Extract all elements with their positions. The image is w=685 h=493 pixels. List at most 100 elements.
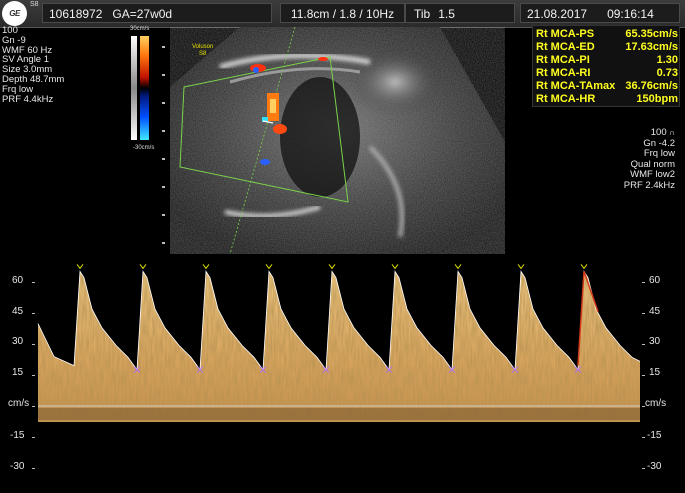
measurement-value: 36.76cm/s (625, 80, 678, 92)
scale-left-minus15: -15 (10, 430, 25, 441)
velocity-scale-tick (32, 375, 35, 377)
depth-tick (162, 214, 165, 216)
bmode-image (170, 27, 505, 254)
spectral-doppler-panel: 60 45 30 15 cm/s -15 -30 60 45 30 15 cm/… (0, 254, 685, 493)
measurement-row-ps: Rt MCA-PS 65.35cm/s (536, 27, 678, 41)
left-parameter-panel: 100 Gn -9 WMF 60 Hz SV Angle 1 Size 3.0m… (2, 26, 64, 104)
peak-systolic-marker (580, 264, 588, 270)
velocity-scale-tick (642, 467, 645, 469)
depth-tick (162, 242, 165, 244)
velocity-scale-tick (32, 406, 35, 407)
velocity-scale-tick (642, 344, 645, 346)
measurement-label: Rt MCA-HR (536, 93, 596, 105)
patient-id: 10618972 (49, 7, 103, 21)
depth-tick (162, 158, 165, 160)
measurement-label: Rt MCA-ED (536, 41, 595, 53)
param-prf: PRF 4.4kHz (2, 93, 54, 105)
scale-right-minus30: -30 (647, 461, 662, 472)
param-frequency-right: Frq low (643, 148, 675, 159)
peak-systolic-marker (391, 264, 399, 270)
peak-systolic-marker (328, 264, 336, 270)
measurement-value: 17.63cm/s (625, 41, 678, 53)
peak-systolic-marker (454, 264, 462, 270)
color-flow-red (318, 57, 328, 61)
param-power-right: 100 ∩ (624, 127, 675, 139)
measurement-value: 0.73 (656, 67, 678, 79)
date-time: 21.08.2017 09:16:14 (520, 3, 680, 23)
velocity-scale-tick (32, 467, 35, 469)
measurement-value: 65.35cm/s (625, 28, 678, 40)
voluson-logo: Voluson S8 (192, 44, 213, 58)
colorbar-min-label: -30cm/s (133, 145, 155, 151)
peak-systolic-marker (76, 264, 84, 270)
measurement-row-hr: Rt MCA-HR 150bpm (536, 92, 678, 106)
time: 09:16:14 (607, 7, 654, 21)
measurement-row-tamax: Rt MCA-TAmax 36.76cm/s (536, 79, 678, 93)
peak-systolic-marker (517, 264, 525, 270)
scale-right-45: 45 (649, 306, 661, 317)
scale-left-15: 15 (12, 367, 24, 378)
measurement-label: Rt MCA-PI (536, 54, 590, 66)
velocity-scale-tick (32, 436, 35, 438)
peak-systolic-marker (265, 264, 273, 270)
probe-info: Tib 1.5 (405, 3, 515, 23)
depth-tick (162, 102, 165, 104)
scale-right-30: 30 (649, 336, 661, 347)
reverse-flow-noise (38, 408, 640, 420)
model-label: S8 (30, 1, 39, 8)
measurement-row-ri: Rt MCA-RI 0.73 (536, 66, 678, 80)
measurement-value: 150bpm (636, 93, 678, 105)
brand-name: Voluson (192, 44, 214, 50)
measurement-row-pi: Rt MCA-PI 1.30 (536, 53, 678, 67)
header-bar: GE S8 10618972 GA=27w0d 11.8cm / 1.8 / 10… (0, 0, 685, 28)
ge-logo-icon: GE (2, 1, 27, 26)
velocity-scale-tick (642, 406, 645, 407)
doppler-waveform (37, 264, 641, 423)
grayscale-bar (131, 36, 137, 140)
color-flow-red (273, 124, 287, 134)
depth-tick (162, 74, 165, 76)
scale-right-unit: cm/s (645, 398, 667, 409)
dark-cavity (280, 77, 360, 197)
probe-label: Tib (414, 7, 431, 21)
scale-right-minus15: -15 (647, 430, 662, 441)
gestational-age: GA=27w0d (112, 7, 173, 21)
param-prf-right: PRF 2.4kHz (623, 179, 675, 191)
measurement-label: Rt MCA-TAmax (536, 80, 616, 92)
measurement-value: 1.30 (656, 54, 678, 66)
measurement-label: Rt MCA-PS (536, 28, 595, 40)
measurement-row-ed: Rt MCA-ED 17.63cm/s (536, 40, 678, 54)
depth-info: 11.8cm / 1.8 / 10Hz (280, 3, 405, 23)
lock-icon: ∩ (669, 128, 675, 137)
depth-tick (162, 186, 165, 188)
measurement-results: Rt MCA-PS 65.35cm/s Rt MCA-ED 17.63cm/s Rt… (532, 25, 680, 107)
color-flow-blue (260, 159, 270, 165)
velocity-scale-tick (642, 375, 645, 377)
color-velocity-bar (140, 36, 149, 140)
patient-info: 10618972 GA=27w0d (42, 3, 272, 23)
velocity-scale-tick (32, 282, 35, 284)
date: 21.08.2017 (527, 7, 588, 21)
brand-model: S8 (199, 51, 207, 57)
depth-tick (162, 130, 165, 132)
scale-right-15: 15 (649, 367, 661, 378)
ultrasound-screen: GE S8 10618972 GA=27w0d 11.8cm / 1.8 / 10… (0, 0, 685, 493)
velocity-scale-tick (32, 313, 35, 315)
probe-value: 1.5 (438, 7, 455, 21)
power-value: 100 (650, 127, 670, 138)
measurement-label: Rt MCA-RI (536, 67, 591, 79)
colorbar-max-label: 30cm/s (130, 26, 150, 32)
peak-systolic-marker (139, 264, 147, 270)
peak-systolic-marker (202, 264, 210, 270)
color-flow-orange (270, 99, 276, 113)
velocity-scale-tick (32, 344, 35, 346)
scale-right-60: 60 (649, 275, 661, 286)
right-parameter-panel: 100 ∩ Gn -4.2 Frq low Qual norm WMF low2… (623, 127, 675, 191)
scale-left-30: 30 (12, 336, 24, 347)
param-wmf-right: WMF low2 (630, 169, 675, 180)
scale-left-unit: cm/s (8, 398, 30, 409)
velocity-scale-tick (642, 313, 645, 315)
depth-tick (162, 46, 165, 48)
scale-left-45: 45 (12, 306, 24, 317)
scale-left-minus30: -30 (10, 461, 25, 472)
